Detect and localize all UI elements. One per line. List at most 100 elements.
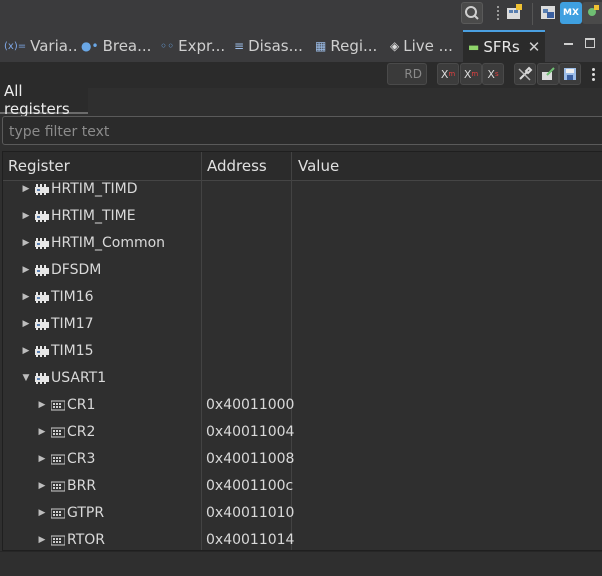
settings-wrench-icon[interactable] — [514, 63, 536, 85]
register-name: RTOR — [67, 531, 106, 548]
table-row[interactable]: ▶ CR1 0x40011000 — [3, 391, 602, 418]
toolbar-separator — [497, 6, 501, 20]
register-address: 0x40011000 — [206, 396, 295, 413]
register-address: 0x40011014 — [206, 531, 295, 548]
tab-variables[interactable]: (x)= Varia... — [4, 30, 78, 62]
register-name: CR2 — [67, 423, 96, 440]
disassembly-icon: ≡ — [234, 39, 245, 53]
register-name: BRR — [67, 477, 97, 494]
register-name: DFSDM — [51, 261, 102, 278]
register-icon — [50, 480, 66, 492]
export-icon[interactable] — [537, 63, 559, 85]
expand-chevron-icon[interactable]: ▶ — [21, 337, 31, 364]
tab-label: Regi... — [330, 37, 378, 55]
register-name: USART1 — [51, 369, 107, 386]
table-row[interactable]: ▶ CR3 0x40011008 — [3, 445, 602, 472]
register-icon — [50, 453, 66, 465]
tab-label: Brea... — [102, 37, 151, 55]
register-icon — [50, 507, 66, 519]
mx-perspective-icon[interactable]: MX — [560, 2, 582, 24]
table-row[interactable]: ▶ TIM17 — [3, 310, 602, 337]
expand-chevron-icon[interactable]: ▶ — [37, 445, 47, 472]
register-address: 0x40011008 — [206, 450, 295, 467]
tab-live-expressions[interactable]: ◈ Live ... — [390, 30, 458, 62]
table-row[interactable]: ▶ RTOR 0x40011014 — [3, 526, 602, 550]
tab-disassembly[interactable]: ≡ Disas... — [234, 30, 308, 62]
table-row[interactable]: ▶ TIM16 — [3, 283, 602, 310]
collapse-chevron-icon[interactable]: ▼ — [21, 364, 31, 391]
rd-button[interactable]: RD — [387, 63, 427, 85]
expand-chevron-icon[interactable]: ▶ — [37, 526, 47, 550]
status-strip — [0, 551, 602, 576]
peripheral-icon — [35, 210, 49, 222]
table-row[interactable]: ▶ HRTIM_TIME — [3, 202, 602, 229]
register-name: HRTIM_TIME — [51, 207, 136, 224]
table-row[interactable]: ▶ HRTIM_Common — [3, 229, 602, 256]
expand-chevron-icon[interactable]: ▶ — [37, 472, 47, 499]
peripheral-icon — [35, 318, 49, 330]
debug-perspective-icon[interactable] — [582, 2, 602, 24]
register-name: GTPR — [67, 504, 105, 521]
register-address: 0x4001100c — [206, 477, 294, 494]
minimize-icon[interactable] — [563, 39, 573, 49]
view-menu-icon[interactable] — [592, 67, 598, 83]
register-name: TIM16 — [51, 288, 94, 305]
expand-chevron-icon[interactable]: ▶ — [21, 229, 31, 256]
register-icon — [50, 426, 66, 438]
register-name: TIM17 — [51, 315, 94, 332]
sfrs-icon: ▬ — [468, 40, 480, 54]
peripheral-icon — [35, 264, 49, 276]
tab-label: SFRs — [483, 38, 520, 56]
clear-selection-icon[interactable]: Xs — [482, 63, 504, 85]
register-address: 0x40011004 — [206, 423, 295, 440]
close-icon[interactable]: ✕ — [528, 38, 541, 56]
top-toolbar: MX — [0, 0, 602, 30]
table-row[interactable]: ▶ CR2 0x40011004 — [3, 418, 602, 445]
expand-chevron-icon[interactable]: ▶ — [37, 499, 47, 526]
tab-label: All registers — [4, 81, 70, 118]
breakpoints-icon: ●• — [81, 39, 99, 53]
expand-chevron-icon[interactable]: ▶ — [37, 391, 47, 418]
search-icon[interactable] — [461, 2, 483, 24]
remove-register-icon[interactable]: Xm — [437, 63, 459, 85]
register-name: CR3 — [67, 450, 96, 467]
expand-chevron-icon[interactable]: ▶ — [21, 283, 31, 310]
tab-label: Expr... — [178, 37, 226, 55]
open-perspective-icon[interactable] — [504, 2, 526, 24]
variables-icon: (x)= — [4, 40, 27, 52]
table-row[interactable]: ▶ HRTIM_TIMD — [3, 175, 602, 202]
cdt-perspective-icon[interactable] — [538, 2, 560, 24]
register-name: CR1 — [67, 396, 96, 413]
register-table: Register Address Value ▶ HRTIM_TIMD ▶ HRTIM… — [2, 151, 602, 551]
maximize-icon[interactable] — [585, 38, 595, 48]
tab-sfrs[interactable]: ▬ SFRs ✕ — [463, 30, 545, 62]
table-row[interactable]: ▶ GTPR 0x40011010 — [3, 499, 602, 526]
tab-all-registers[interactable]: All registers — [0, 82, 88, 118]
register-name: TIM15 — [51, 342, 94, 359]
filter-input[interactable] — [3, 117, 601, 146]
tab-expressions[interactable]: ◦◦ Expr... — [160, 30, 226, 62]
table-row[interactable]: ▶ BRR 0x4001100c — [3, 472, 602, 499]
registers-icon: ▦ — [315, 39, 327, 53]
expand-chevron-icon[interactable]: ▶ — [21, 202, 31, 229]
expand-chevron-icon[interactable]: ▶ — [37, 418, 47, 445]
remove-all-registers-icon[interactable]: Xm — [460, 63, 482, 85]
table-row[interactable]: ▼ USART1 — [3, 364, 602, 391]
tab-registers[interactable]: ▦ Regi... — [315, 30, 383, 62]
save-icon[interactable] — [559, 63, 581, 85]
table-row[interactable]: ▶ TIM15 — [3, 337, 602, 364]
peripheral-icon — [35, 237, 49, 249]
register-address: 0x40011010 — [206, 504, 295, 521]
live-expressions-icon: ◈ — [390, 39, 400, 53]
tab-breakpoints[interactable]: ●• Brea... — [81, 30, 151, 62]
register-name: HRTIM_TIMD — [51, 180, 138, 197]
peripheral-icon — [35, 345, 49, 357]
peripheral-icon — [35, 183, 49, 195]
expand-chevron-icon[interactable]: ▶ — [21, 310, 31, 337]
table-row[interactable]: ▶ DFSDM — [3, 256, 602, 283]
peripheral-icon — [35, 372, 49, 384]
expand-chevron-icon[interactable]: ▶ — [21, 175, 31, 202]
tab-label: Disas... — [248, 37, 303, 55]
perspective-divider — [532, 3, 533, 25]
expand-chevron-icon[interactable]: ▶ — [21, 256, 31, 283]
